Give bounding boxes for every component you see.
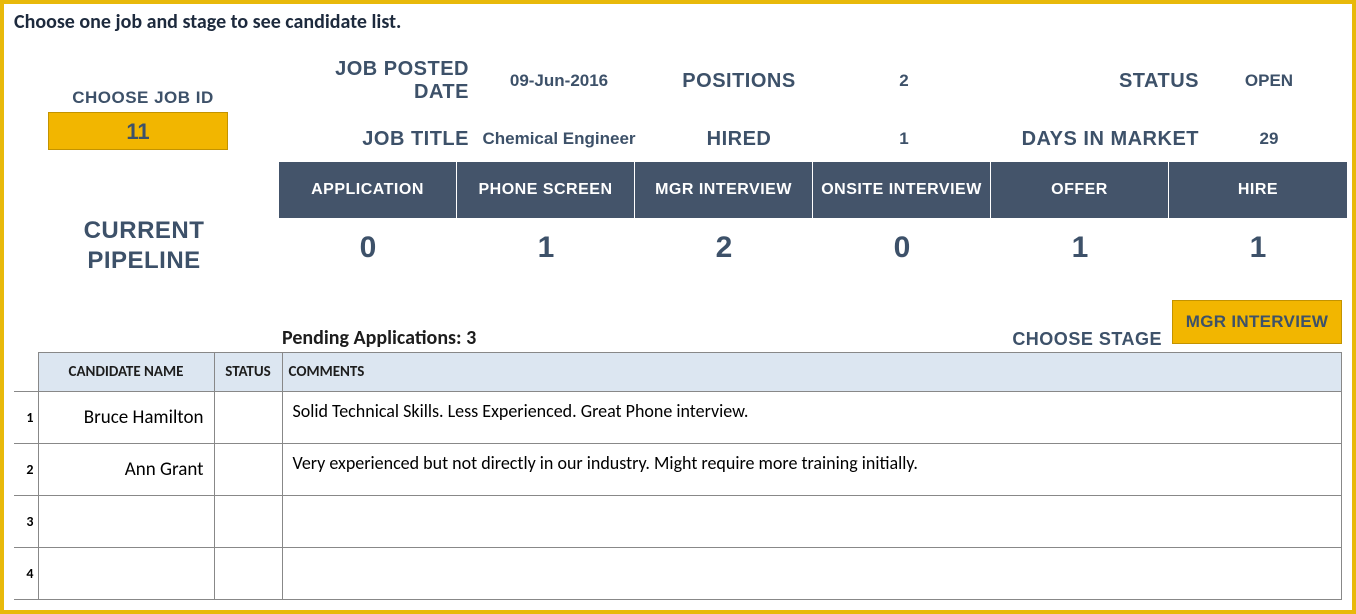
stage-header: APPLICATION [279, 162, 457, 218]
stage-col: PHONE SCREEN 1 [457, 162, 635, 278]
stage-col: MGR INTERVIEW 2 [635, 162, 813, 278]
stage-col: APPLICATION 0 [279, 162, 457, 278]
candidate-name-cell[interactable] [38, 548, 214, 600]
candidate-name-header: CANDIDATE NAME [38, 353, 214, 392]
job-title-label: JOB TITLE [279, 128, 469, 151]
status-cell[interactable] [214, 392, 282, 444]
candidate-name-cell[interactable]: Ann Grant [38, 444, 214, 496]
row-number: 2 [14, 444, 38, 496]
comments-cell[interactable] [282, 496, 1342, 548]
pending-applications-label: Pending Applications: 3 [282, 326, 476, 350]
stage-header: HIRE [1169, 162, 1347, 218]
row-number-header [14, 353, 38, 392]
days-in-market-label: DAYS IN MARKET [979, 128, 1199, 151]
posted-date-label: JOB POSTED DATE [279, 58, 469, 104]
stage-count: 0 [813, 218, 991, 278]
choose-stage-label: CHOOSE STAGE [1012, 329, 1162, 350]
comments-header: COMMENTS [282, 353, 1342, 392]
table-row: 1 Bruce Hamilton Solid Technical Skills.… [14, 392, 1342, 444]
comments-cell[interactable] [282, 548, 1342, 600]
status-label: STATUS [979, 70, 1199, 93]
table-row: 3 [14, 496, 1342, 548]
choose-job-id-label: CHOOSE JOB ID [58, 88, 228, 108]
hired-value: 1 [829, 129, 979, 149]
positions-value: 2 [829, 71, 979, 91]
hired-label: HIRED [649, 128, 829, 151]
pipeline-stage-table: APPLICATION 0 PHONE SCREEN 1 MGR INTERVI… [279, 162, 1347, 278]
stage-count: 1 [991, 218, 1169, 278]
row-number: 3 [14, 496, 38, 548]
stage-header: PHONE SCREEN [457, 162, 635, 218]
table-row: 2 Ann Grant Very experienced but not dir… [14, 444, 1342, 496]
stage-count: 0 [279, 218, 457, 278]
stage-col: OFFER 1 [991, 162, 1169, 278]
status-cell[interactable] [214, 444, 282, 496]
status-header: STATUS [214, 353, 282, 392]
stage-count: 2 [635, 218, 813, 278]
pipeline-label-line1: CURRENT [84, 217, 205, 244]
instruction-text: Choose one job and stage to see candidat… [14, 10, 401, 34]
status-value: OPEN [1199, 71, 1339, 91]
current-pipeline-label: CURRENT PIPELINE [44, 216, 244, 276]
stage-header: OFFER [991, 162, 1169, 218]
job-id-selector[interactable]: 11 [48, 112, 228, 150]
job-meta-block: JOB POSTED DATE 09-Jun-2016 POSITIONS 2 … [279, 60, 1342, 160]
pipeline-label-line2: PIPELINE [87, 247, 200, 274]
stage-col: ONSITE INTERVIEW 0 [813, 162, 991, 278]
candidate-name-cell[interactable]: Bruce Hamilton [38, 392, 214, 444]
days-in-market-value: 29 [1199, 129, 1339, 149]
stage-count: 1 [457, 218, 635, 278]
stage-count: 1 [1169, 218, 1347, 278]
comments-cell[interactable]: Very experienced but not directly in our… [282, 444, 1342, 496]
stage-header: MGR INTERVIEW [635, 162, 813, 218]
stage-selector[interactable]: MGR INTERVIEW [1172, 300, 1342, 344]
candidate-name-cell[interactable] [38, 496, 214, 548]
job-title-value: Chemical Engineer [469, 129, 649, 149]
stage-col: HIRE 1 [1169, 162, 1347, 278]
status-cell[interactable] [214, 548, 282, 600]
row-number: 4 [14, 548, 38, 600]
row-number: 1 [14, 392, 38, 444]
stage-header: ONSITE INTERVIEW [813, 162, 991, 218]
status-cell[interactable] [214, 496, 282, 548]
table-row: 4 [14, 548, 1342, 600]
posted-date-value: 09-Jun-2016 [469, 71, 649, 91]
positions-label: POSITIONS [649, 70, 829, 93]
candidate-table: CANDIDATE NAME STATUS COMMENTS 1 Bruce H… [14, 352, 1342, 600]
comments-cell[interactable]: Solid Technical Skills. Less Experienced… [282, 392, 1342, 444]
